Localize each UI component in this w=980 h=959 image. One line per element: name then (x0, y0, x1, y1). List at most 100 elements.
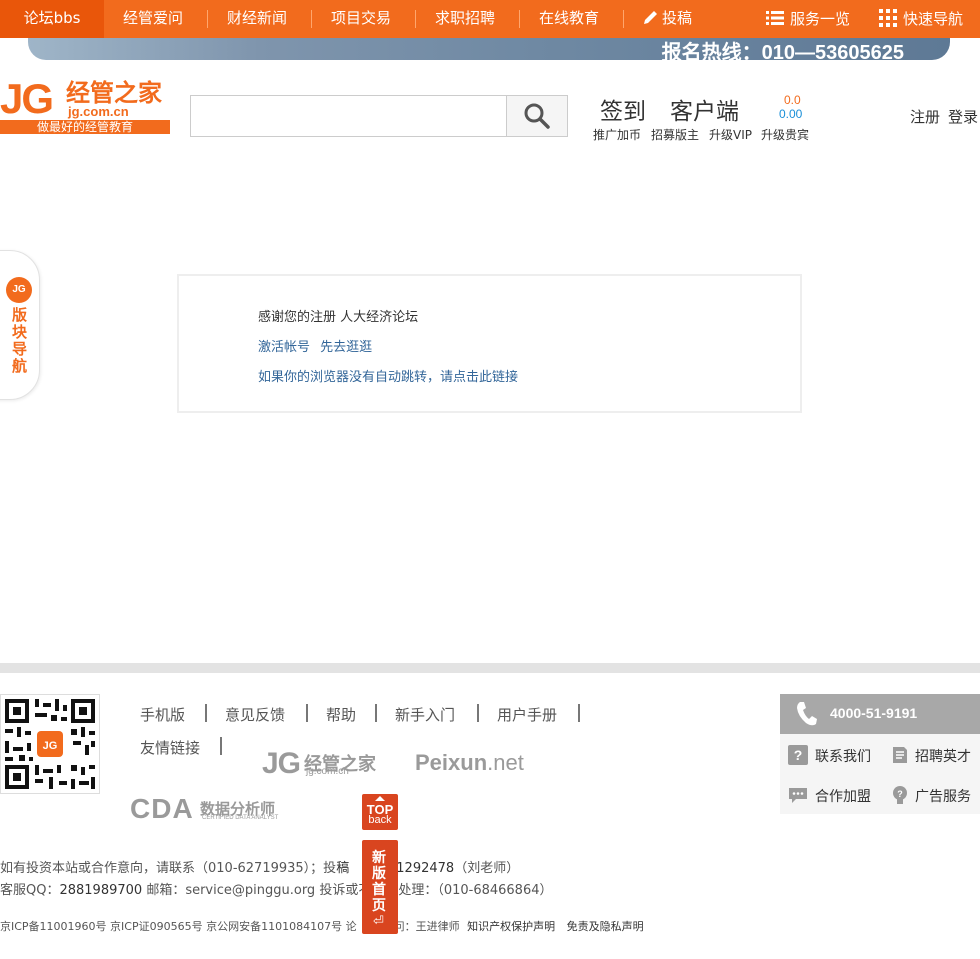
footer-contact-person: （刘老师） (454, 861, 520, 876)
site-logo-name[interactable]: 经管之家 (66, 80, 162, 106)
list-icon (766, 11, 784, 25)
action-links: 激活帐号 先去逛逛 (258, 336, 372, 355)
footer-link-divider (578, 704, 580, 722)
nav-item-news[interactable]: 财经新闻 (227, 0, 287, 38)
banner-hotline: 报名热线：010—53605625 (661, 42, 904, 60)
hotline-bar: 4000-51-9191 (780, 694, 980, 734)
new-homepage-button[interactable]: 新版首页 ⏎ (362, 840, 398, 934)
nav-item-submit[interactable]: 投稿 (642, 0, 692, 38)
footer-ip-statement-link[interactable]: 知识产权保护声明 (467, 920, 555, 933)
coin-balance: 0.0 (784, 93, 801, 107)
lightbulb-icon: ? (893, 786, 907, 804)
footer-contact-text-b: 稿 (336, 861, 350, 876)
footer-link-divider (306, 704, 308, 722)
quick-nav-label: 快速导航 (903, 10, 964, 28)
jg-logo-icon: JG (6, 277, 32, 303)
nav-divider (623, 10, 624, 28)
partner-logo-cda-sub: CERTIFIED DATA ANALYST (202, 815, 279, 821)
service-list-label: 服务一览 (790, 10, 851, 28)
redirect-link[interactable]: 如果你的浏览器没有自动跳转，请点击此链接 (258, 366, 518, 385)
nav-item-bbs[interactable]: 论坛bbs (0, 0, 104, 38)
footer-service-line: 客服QQ：2881989700 邮箱：service@pinggu.org 投诉… (0, 879, 553, 898)
svg-text:?: ? (897, 789, 903, 799)
search-input[interactable] (191, 96, 505, 136)
partner-logo-peixun[interactable]: Peixun.net (415, 750, 524, 776)
recruit-moderator-link[interactable]: 招募版主 (651, 126, 699, 143)
section-nav-label: 版块导航 (12, 306, 28, 375)
footer-link-help[interactable]: 帮助 (326, 704, 356, 725)
site-logo-mark[interactable]: JG (0, 75, 54, 122)
login-link[interactable]: 登录 (948, 106, 978, 127)
logo-mark-text: JG (0, 75, 54, 122)
footer-divider (0, 663, 980, 673)
grid-icon (879, 9, 897, 27)
phone-icon (797, 702, 817, 726)
nav-item-education[interactable]: 在线教育 (539, 0, 599, 38)
checkin-link[interactable]: 签到 (600, 92, 646, 126)
question-icon: ? (788, 745, 808, 765)
nav-divider (415, 10, 416, 28)
pencil-icon (644, 11, 657, 24)
ad-service-link[interactable]: 广告服务 (915, 786, 971, 806)
svg-text:?: ? (794, 747, 803, 763)
top-nav: 论坛bbs 经管爱问 财经新闻 项目交易 求职招聘 在线教育 投稿 服务一览 快… (0, 0, 980, 38)
activate-account-link[interactable]: 激活帐号 (258, 340, 310, 355)
nav-item-ask[interactable]: 经管爱问 (123, 0, 183, 38)
nav-divider (311, 10, 312, 28)
nav-item-projects[interactable]: 项目交易 (331, 0, 391, 38)
partner-logo-jg[interactable]: JG (262, 748, 301, 780)
footer-privacy-link[interactable]: 免责及隐私声明 (567, 920, 644, 933)
promo-banner[interactable]: 报名热线：010—53605625 (28, 38, 950, 60)
footer-email-text: 邮箱：service@pinggu.org 投诉或不 (142, 883, 372, 898)
footer-link-divider (375, 704, 377, 722)
nav-item-jobs[interactable]: 求职招聘 (435, 0, 495, 38)
chat-icon (789, 788, 807, 803)
client-link[interactable]: 客户端 (670, 92, 739, 126)
upgrade-vip-link[interactable]: 升级VIP (709, 126, 752, 143)
promote-link[interactable]: 推广加币 (593, 126, 641, 143)
friend-links-label[interactable]: 友情链接 (140, 737, 200, 758)
footer-qq-label: 客服QQ： (0, 883, 60, 898)
footer-link-divider (220, 737, 222, 755)
upgrade-guest-link[interactable]: 升级贵宾 (761, 126, 809, 143)
hiring-link[interactable]: 招聘英才 (915, 746, 971, 766)
svg-text:JG: JG (43, 740, 58, 752)
search-button[interactable] (506, 96, 567, 136)
quick-nav-button[interactable]: 快速导航 (879, 0, 963, 38)
footer-contact-line: 如有投资本站或合作意向，请联系（010-62719935）；投稿 13661292… (0, 857, 519, 876)
peixun-rest: .net (487, 750, 524, 775)
footer-link-divider (205, 704, 207, 722)
footer-contact-text: 如有投资本站或合作意向，请联系（010-62719935）；投 (0, 861, 337, 876)
section-nav-tab[interactable]: JG 版块导航 (0, 250, 40, 400)
new-homepage-label: 新版首页 (372, 850, 386, 914)
footer-link-feedback[interactable]: 意见反馈 (225, 704, 285, 725)
browse-link[interactable]: 先去逛逛 (320, 340, 372, 355)
document-icon (893, 747, 907, 763)
back-label: back (368, 814, 392, 826)
partner-logo-jg-url: jg.com.cn (306, 766, 349, 777)
hotline-number: 4000-51-9191 (830, 705, 918, 721)
search-box (190, 95, 568, 137)
search-icon (524, 103, 550, 129)
return-arrow-icon: ⏎ (373, 914, 384, 929)
site-logo-tagline: 做最好的经管教育 (0, 120, 170, 134)
footer-link-newbie[interactable]: 新手入门 (395, 704, 455, 725)
partner-logo-cda[interactable]: CDA (130, 795, 194, 823)
register-success-box: 感谢您的注册 人大经济论坛 激活帐号 先去逛逛 如果你的浏览器没有自动跳转，请点… (177, 274, 802, 413)
site-logo-url: jg.com.cn (68, 104, 129, 119)
footer-link-mobile[interactable]: 手机版 (140, 704, 185, 725)
footer-link-manual[interactable]: 用户手册 (497, 704, 557, 725)
contact-us-link[interactable]: 联系我们 (815, 746, 871, 766)
qr-code: JG (0, 694, 100, 794)
footer-complaint-text: 息处理：（010-68466864） (385, 883, 553, 898)
nav-divider (207, 10, 208, 28)
footer-link-divider (477, 704, 479, 722)
coin-balance-secondary: 0.00 (779, 107, 803, 121)
thanks-message: 感谢您的注册 人大经济论坛 (258, 310, 419, 325)
nav-item-submit-label: 投稿 (662, 9, 693, 27)
back-to-top-button[interactable]: TOP back (362, 794, 398, 830)
service-list-button[interactable]: 服务一览 (766, 0, 850, 38)
footer-icp-text: 京ICP备11001960号 京ICP证090565号 京公网安备1101084… (0, 920, 357, 933)
register-link[interactable]: 注册 (910, 106, 940, 127)
cooperate-link[interactable]: 合作加盟 (815, 786, 871, 806)
